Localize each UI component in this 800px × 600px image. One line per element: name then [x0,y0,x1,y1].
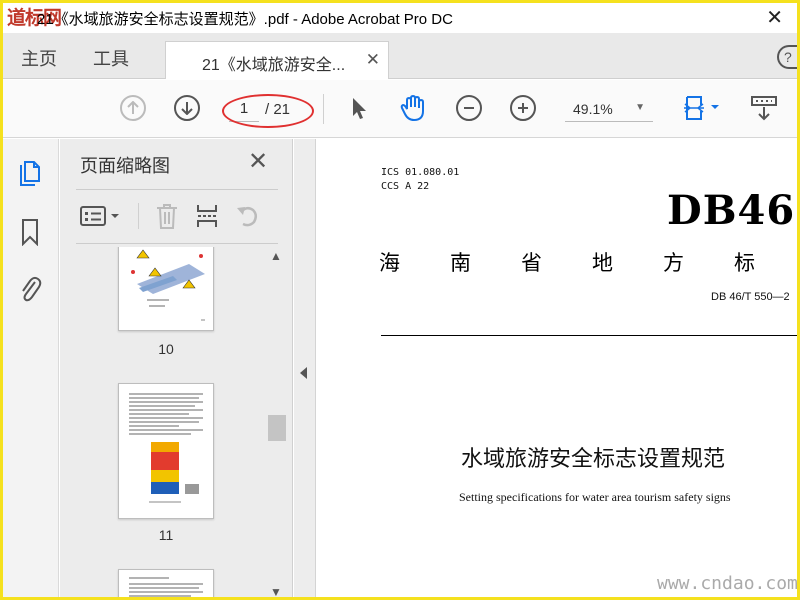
thumbnail-page[interactable] [118,569,214,597]
annotation-ellipse [222,94,314,128]
pages-icon [20,161,40,186]
thumbnail-page-preview [129,577,203,597]
hand-tool-button[interactable] [399,94,427,122]
thumbnail-page-label: 11 [158,527,174,543]
region-char: 省 [521,251,542,275]
arrow-up-icon [120,95,146,121]
app-window: 道标网 21《水域旅游安全标志设置规范》.pdf - Adobe Acrobat… [0,0,800,600]
thumbnail-list: 10 11 [60,247,293,597]
paperclip-icon [22,276,42,302]
tab-home[interactable]: 主页 [21,45,57,71]
region-char: 标 [734,251,755,275]
document-tab-label: 21《水域旅游安全... [202,57,346,74]
region-char: 方 [663,251,684,275]
region-char: 地 [592,251,613,275]
trash-icon [157,204,177,229]
region-char: 南 [450,251,471,275]
plus-icon [510,95,536,121]
panel-divider [76,189,278,190]
document-title-cn: 水域旅游安全标志设置规范 [461,447,726,472]
window-close-button[interactable]: ✕ [766,5,783,30]
scroll-mode-button[interactable] [749,94,779,122]
panel-collapse-strip[interactable] [294,139,316,597]
region-char: 海 [379,251,400,275]
insert-page-icon [197,205,217,227]
bookmarks-button[interactable] [17,217,43,247]
bookmark-icon [22,219,38,246]
thumbnail-page[interactable] [118,247,214,331]
fit-page-icon [684,96,719,120]
previous-page-button[interactable] [119,94,147,122]
toolbar-divider [323,94,324,124]
tab-bar: 主页 工具 21《水域旅游安全... ✕ ? [3,33,797,79]
document-view[interactable]: ICS 01.080.01 CCS A 22 DB46 海 南 省 地 方 标 … [317,139,797,597]
navigation-rail [3,139,59,597]
panel-title: 页面缩略图 [80,156,170,176]
panel-close-button[interactable]: ✕ [248,147,268,176]
collapse-left-icon[interactable] [300,367,307,379]
scroll-up-icon[interactable]: ▲ [270,249,282,263]
chevron-down-icon: ▼ [635,102,645,113]
main-toolbar: 1 / 21 49.1% ▼ [3,80,797,138]
scrollbar-thumb[interactable] [268,415,286,441]
page-thumbnails-button[interactable] [17,159,43,189]
ics-code: ICS 01.080.01 [381,167,460,178]
zoom-dropdown[interactable]: 49.1% ▼ [565,98,653,122]
scroll-down-icon[interactable]: ▼ [270,585,282,597]
thumbnail-options-button[interactable] [78,201,124,231]
insert-page-button[interactable] [192,201,222,231]
panel-divider [76,243,278,244]
thumbnail-page-label: 10 [158,341,174,357]
thumbnail-panel: 页面缩略图 ✕ 10 11 ▲ ▼ [60,139,293,597]
header-rule [381,335,797,336]
db-heading: DB46 [667,187,796,234]
document-tab-close-button[interactable]: ✕ [366,50,380,70]
select-tool-button[interactable] [345,94,373,122]
attachments-button[interactable] [17,273,43,303]
zoom-out-button[interactable] [455,94,483,122]
help-icon[interactable]: ? [777,45,797,69]
watermark: www.cndao.com [657,573,797,594]
next-page-button[interactable] [173,94,201,122]
thumbnail-scrollbar[interactable]: ▲ ▼ [265,247,287,597]
minus-icon [456,95,482,121]
title-bar: 道标网 21《水域旅游安全标志设置规范》.pdf - Adobe Acrobat… [3,3,797,33]
rotate-page-button[interactable] [232,201,262,231]
page-display-button[interactable] [679,94,723,122]
delete-page-button[interactable] [152,201,182,231]
options-menu-icon [80,206,119,226]
document-title-en: Setting specifications for water area to… [459,490,731,504]
panel-toolbar-divider [138,203,139,229]
thumbnail-page-preview [131,249,205,321]
ccs-code: CCS A 22 [381,181,430,192]
standard-code: DB 46/T 550—2 [711,291,790,303]
scroll-mode-icon [751,96,777,121]
window-title: 21《水域旅游安全标志设置规范》.pdf - Adobe Acrobat Pro… [37,11,453,28]
pointer-icon [353,98,366,119]
zoom-value: 49.1% [573,101,613,117]
zoom-in-button[interactable] [509,94,537,122]
thumbnail-page-preview [129,393,203,503]
hand-icon [400,94,424,122]
rotate-icon [237,207,257,227]
tab-tools[interactable]: 工具 [93,45,129,71]
thumbnail-page[interactable] [118,383,214,519]
document-tab[interactable]: 21《水域旅游安全... ✕ [165,41,389,79]
arrow-down-icon [174,95,200,121]
